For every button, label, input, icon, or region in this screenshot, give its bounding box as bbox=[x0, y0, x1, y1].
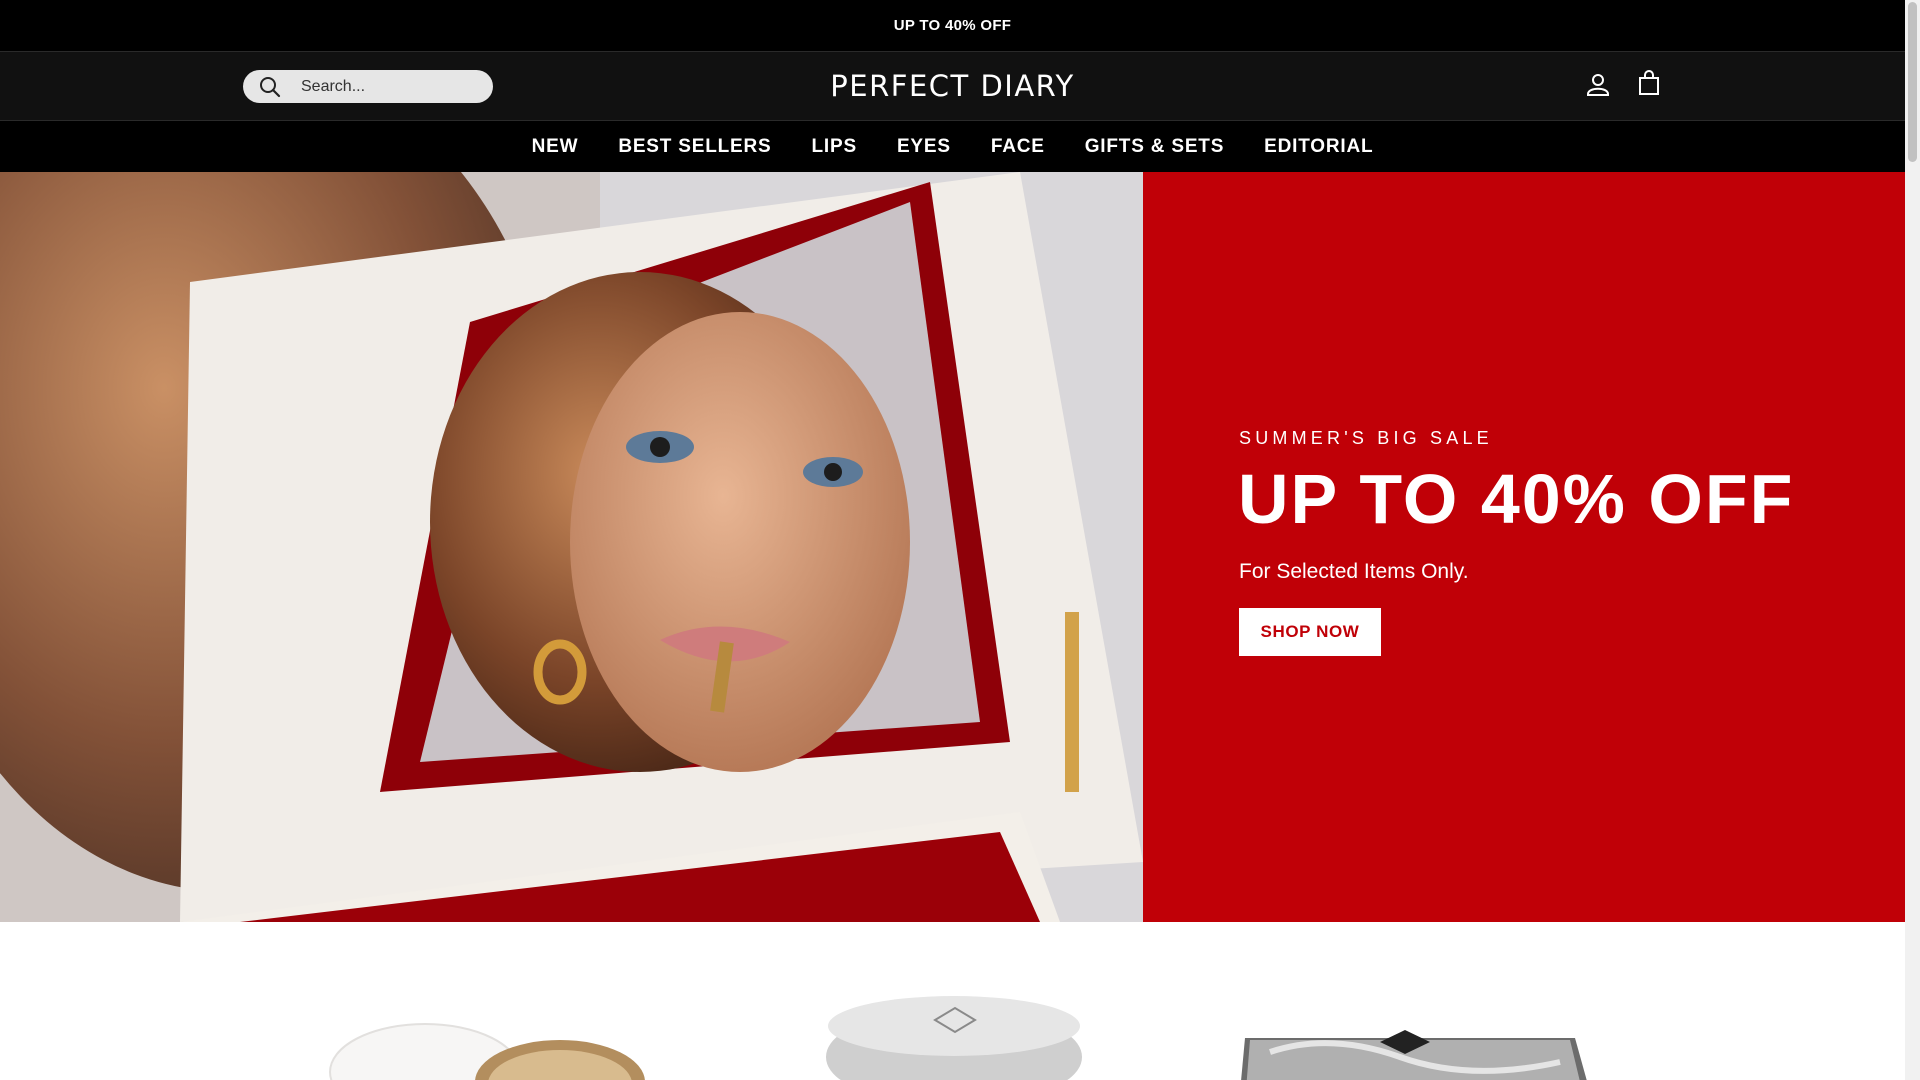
nav-item-gifts-sets[interactable]: GIFTS & SETS bbox=[1085, 136, 1224, 158]
promo-headline: UP TO 40% OFF bbox=[1238, 460, 1795, 538]
promo-panel: SUMMER'S BIG SALE UP TO 40% OFF For Sele… bbox=[1143, 172, 1905, 922]
nav-item-face[interactable]: FACE bbox=[991, 136, 1045, 158]
nav-item-new[interactable]: NEW bbox=[532, 136, 579, 158]
nav-item-editorial[interactable]: EDITORIAL bbox=[1264, 136, 1373, 158]
hero-banner: SUMMER'S BIG SALE UP TO 40% OFF For Sele… bbox=[0, 172, 1905, 922]
hero-image[interactable] bbox=[0, 172, 1143, 922]
nav-item-eyes[interactable]: EYES bbox=[897, 136, 951, 158]
product-row bbox=[0, 922, 1905, 1080]
account-icon[interactable] bbox=[1586, 70, 1610, 105]
nav-item-best-sellers[interactable]: BEST SELLERS bbox=[618, 136, 771, 158]
main-nav: NEW BEST SELLERS LIPS EYES FACE GIFTS & … bbox=[0, 121, 1905, 172]
nav-item-lips[interactable]: LIPS bbox=[812, 136, 857, 158]
product-thumbnails[interactable] bbox=[0, 922, 1905, 1080]
announcement-text: UP TO 40% OFF bbox=[893, 17, 1012, 34]
shop-now-button[interactable]: SHOP NOW bbox=[1239, 608, 1381, 656]
cart-icon[interactable] bbox=[1638, 70, 1660, 103]
promo-eyebrow: SUMMER'S BIG SALE bbox=[1239, 428, 1493, 448]
site-header: PERFECT DIARY bbox=[0, 51, 1905, 121]
announcement-bar: UP TO 40% OFF bbox=[0, 0, 1905, 51]
page-scrollbar[interactable] bbox=[1905, 0, 1920, 1080]
site-logo[interactable]: PERFECT DIARY bbox=[0, 69, 1905, 103]
promo-subtext: For Selected Items Only. bbox=[1239, 560, 1469, 583]
scrollbar-thumb[interactable] bbox=[1908, 2, 1917, 162]
